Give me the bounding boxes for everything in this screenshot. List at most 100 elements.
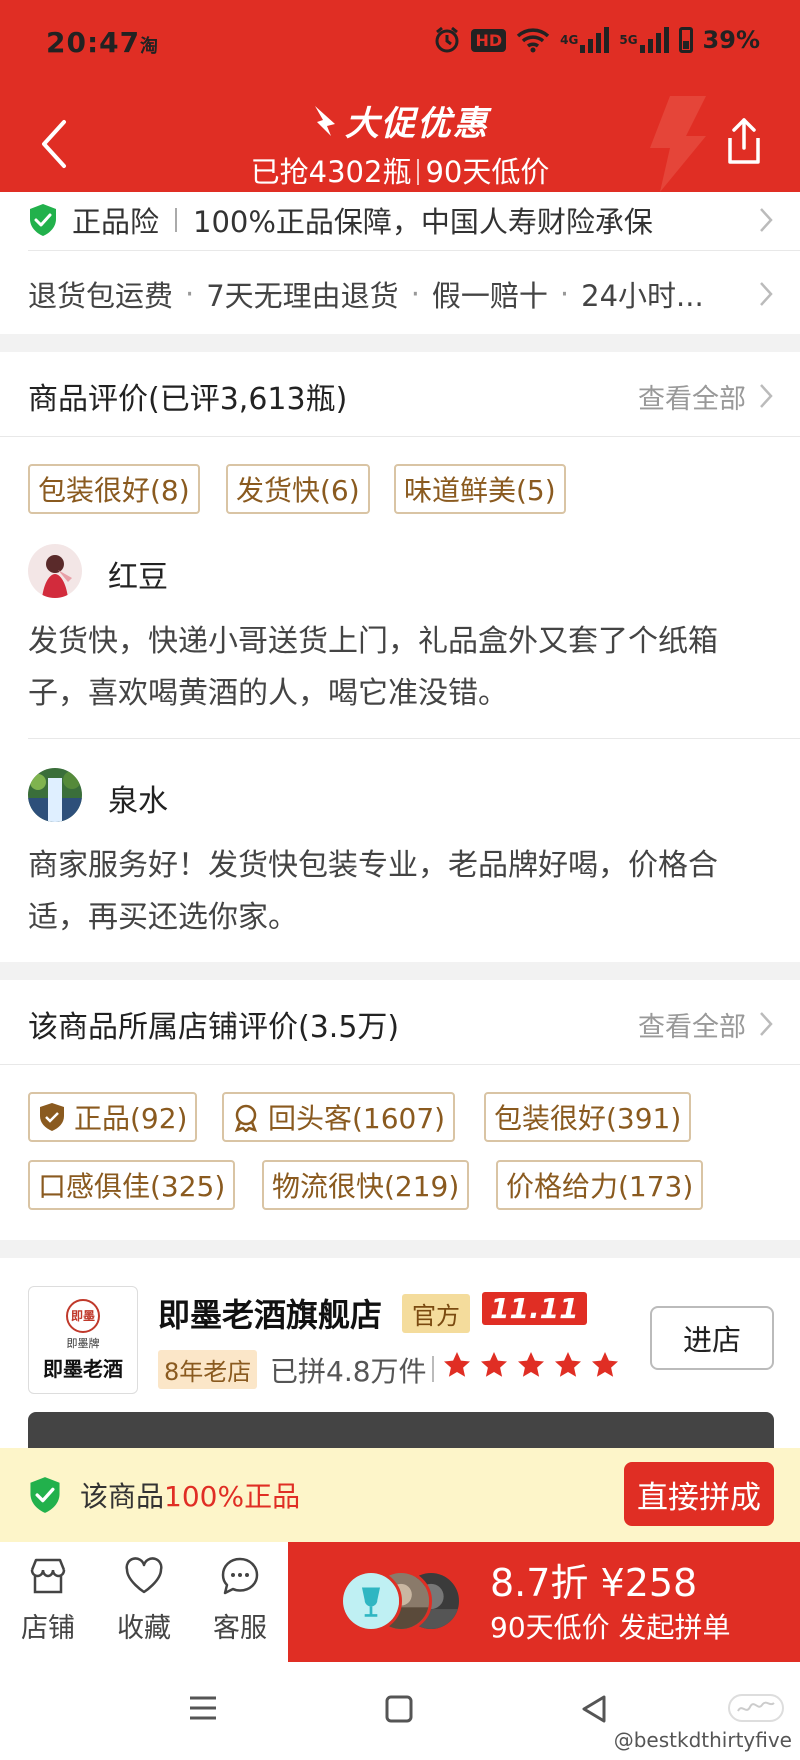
badge-icon bbox=[234, 1104, 258, 1132]
heart-icon bbox=[125, 1557, 163, 1594]
buyer-avatars bbox=[340, 1570, 470, 1634]
section-gap bbox=[0, 334, 800, 352]
authenticity-highlight: 100%正品 bbox=[164, 1480, 301, 1513]
avatar bbox=[28, 768, 82, 822]
goblet-icon bbox=[340, 1570, 402, 1632]
watermark-logo bbox=[728, 1694, 784, 1722]
service-row[interactable]: 退货包运费 · 7天无理由退货 · 假一赔十 · 24小时... bbox=[0, 262, 800, 326]
wifi-icon bbox=[516, 28, 550, 53]
alarm-icon bbox=[435, 26, 459, 53]
divider bbox=[0, 436, 800, 437]
guarantee-row[interactable]: 正品险 100%正品保障，中国人寿财险承保 bbox=[0, 192, 800, 248]
group-price: 8.7折 ¥258 bbox=[490, 1561, 698, 1605]
shield-check-icon bbox=[30, 204, 56, 236]
product-reviews-header[interactable]: 商品评价(已评3,613瓶) 查看全部 bbox=[0, 356, 800, 436]
status-bar: 20:47 淘 HD 4G 5G 39% bbox=[0, 0, 800, 90]
battery-level: 39% bbox=[702, 26, 760, 54]
section-title: 商品评价(已评3,613瓶) bbox=[28, 382, 348, 417]
section-title: 该商品所属店铺评价(3.5万) bbox=[28, 1010, 400, 1045]
customer-service-button[interactable]: 客服 bbox=[200, 1554, 280, 1645]
guarantee-label: 正品险 bbox=[72, 205, 160, 239]
battery-icon bbox=[678, 27, 693, 53]
section-gap bbox=[0, 962, 800, 980]
store-seal: 即墨 bbox=[66, 1298, 100, 1333]
store-sold-count: 已拼4.8万件 bbox=[270, 1355, 427, 1388]
chat-icon bbox=[221, 1557, 259, 1595]
status-icons: HD 4G 5G 39% bbox=[433, 26, 760, 54]
store-review-tag[interactable]: 回头客(1607) bbox=[222, 1092, 456, 1142]
app-indicator: 淘 bbox=[140, 36, 158, 57]
store-review-tag[interactable]: 正品(92) bbox=[28, 1092, 198, 1142]
review-tag[interactable]: 味道鲜美(5) bbox=[394, 464, 566, 514]
guarantee-detail: 100%正品保障，中国人寿财险承保 bbox=[193, 205, 653, 239]
section-gap bbox=[0, 1240, 800, 1258]
store-info-strip bbox=[28, 1412, 774, 1452]
promo-subtitle: 已抢4302瓶 90天低价 bbox=[250, 155, 550, 189]
star-icon bbox=[444, 1352, 470, 1377]
service-item: 7天无理由退货 bbox=[206, 279, 399, 313]
favorite-button[interactable]: 收藏 bbox=[104, 1554, 184, 1645]
chevron-right-icon bbox=[760, 1012, 773, 1036]
chevron-right-icon bbox=[760, 384, 773, 408]
event-badge: 11.11 bbox=[482, 1292, 587, 1325]
store-review-tag[interactable]: 物流很快(219) bbox=[262, 1160, 470, 1210]
store-review-tag[interactable]: 包装很好(391) bbox=[484, 1092, 692, 1142]
review-text: 商家服务好！发货快包装专业，老品牌好喝，价格合适，再买还选你家。 bbox=[28, 848, 718, 935]
reviewer-name: 红豆 bbox=[108, 560, 168, 595]
service-item: 退货包运费 bbox=[28, 279, 174, 313]
review-item[interactable]: 红豆 发货快，快递小哥送货上门，礼品盒外又套了个纸箱子，喜欢喝黄酒的人，喝它准没… bbox=[0, 540, 800, 730]
page-title: 大促优惠 已抢4302瓶 90天低价 bbox=[0, 96, 800, 191]
top-header: 20:47 淘 HD 4G 5G 39% 大促优惠 已抢4302瓶 90天低价 bbox=[0, 0, 800, 192]
store-age-badge: 8年老店 bbox=[158, 1350, 258, 1389]
official-badge: 官方 bbox=[402, 1294, 470, 1333]
direct-group-button[interactable]: 直接拼成 bbox=[624, 1462, 774, 1526]
signal-icon bbox=[580, 27, 610, 53]
star-icon bbox=[481, 1352, 507, 1377]
watermark: @bestkdthirtyfive bbox=[613, 1728, 792, 1752]
shield-check-icon bbox=[40, 1103, 64, 1131]
share-icon[interactable] bbox=[722, 116, 766, 166]
star-icon bbox=[592, 1352, 618, 1377]
store-logo[interactable]: 即墨 即墨牌 即墨老酒 bbox=[28, 1286, 138, 1394]
service-item: 假一赔十 bbox=[431, 279, 548, 313]
reviewer-name: 泉水 bbox=[108, 784, 168, 819]
store-reviews-header[interactable]: 该商品所属店铺评价(3.5万) 查看全部 bbox=[0, 984, 800, 1064]
status-time: 20:47 bbox=[46, 26, 141, 59]
enter-store-button[interactable]: 进店 bbox=[650, 1306, 774, 1370]
store-rating bbox=[442, 1350, 620, 1380]
avatar bbox=[28, 544, 82, 598]
group-subtitle: 90天低价 发起拼单 bbox=[490, 1611, 731, 1644]
divider bbox=[28, 250, 800, 251]
star-icon bbox=[555, 1352, 581, 1377]
review-tag[interactable]: 发货快(6) bbox=[226, 464, 370, 514]
store-name[interactable]: 即墨老酒旗舰店 bbox=[158, 1290, 382, 1336]
review-item[interactable]: 泉水 商家服务好！发货快包装专业，老品牌好喝，价格合适，再买还选你家。 bbox=[0, 764, 800, 954]
store-logo-brand: 即墨老酒 bbox=[43, 1356, 123, 1381]
signal-icon bbox=[639, 27, 669, 53]
home-icon[interactable] bbox=[384, 1694, 414, 1724]
review-text: 发货快，快递小哥送货上门，礼品盒外又套了个纸箱子，喜欢喝黄酒的人，喝它准没错。 bbox=[28, 624, 718, 711]
hd-icon: HD bbox=[471, 28, 507, 52]
divider bbox=[28, 738, 800, 739]
promo-title: 大促优惠 bbox=[311, 96, 489, 145]
menu-icon[interactable] bbox=[188, 1694, 218, 1722]
star-icon bbox=[518, 1352, 544, 1377]
store-logo-small: 即墨牌 bbox=[66, 1336, 100, 1350]
store-review-tag[interactable]: 价格给力(173) bbox=[496, 1160, 704, 1210]
chevron-right-icon bbox=[760, 282, 773, 306]
store-review-tag[interactable]: 口感俱佳(325) bbox=[28, 1160, 236, 1210]
back-nav-icon[interactable] bbox=[580, 1694, 608, 1724]
group-buy-button[interactable]: 8.7折 ¥258 90天低价 发起拼单 bbox=[288, 1542, 800, 1662]
review-tag[interactable]: 包装很好(8) bbox=[28, 464, 200, 514]
shield-check-icon bbox=[30, 1477, 60, 1513]
service-item: 24小时... bbox=[581, 279, 704, 313]
view-all-link[interactable]: 查看全部 bbox=[638, 377, 746, 416]
authenticity-text: 该商品 bbox=[80, 1480, 165, 1513]
store-button[interactable]: 店铺 bbox=[8, 1554, 88, 1645]
chevron-right-icon bbox=[760, 208, 773, 232]
divider bbox=[0, 1064, 800, 1065]
signal-5g: 5G bbox=[619, 27, 669, 53]
store-icon bbox=[30, 1558, 66, 1594]
view-all-link[interactable]: 查看全部 bbox=[638, 1005, 746, 1044]
signal-4g: 4G bbox=[560, 27, 610, 53]
